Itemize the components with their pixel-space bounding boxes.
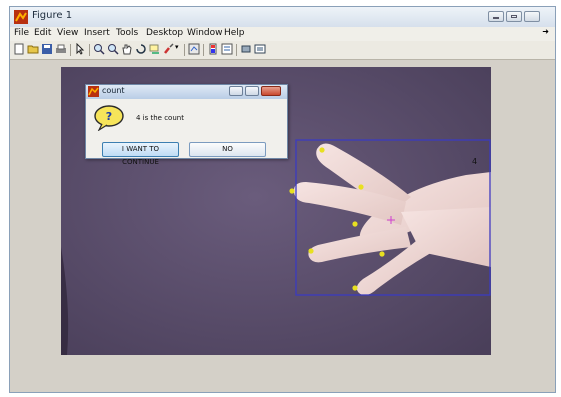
fingertip-marker (352, 285, 358, 291)
print-icon[interactable] (55, 43, 67, 55)
arrow-icon[interactable]: ➜ (542, 27, 549, 36)
minimize-button[interactable] (488, 11, 504, 22)
new-figure-icon[interactable] (13, 43, 25, 55)
menu-help[interactable]: Help (224, 28, 245, 38)
legend-icon[interactable] (221, 43, 233, 55)
title-bar[interactable]: Figure 1 (10, 7, 555, 27)
toolbar-separator (89, 44, 90, 56)
fingertip-marker (352, 221, 358, 227)
show-plot-tools-icon[interactable] (254, 43, 266, 55)
toolbar-separator (236, 44, 237, 56)
fingertip-marker (319, 147, 325, 153)
save-icon[interactable] (41, 43, 53, 55)
count-label: 4 (472, 157, 477, 166)
data-cursor-icon[interactable] (149, 43, 161, 55)
matlab-icon (88, 86, 99, 97)
svg-text:?: ? (106, 110, 112, 123)
restore-button[interactable] (506, 11, 522, 22)
pan-icon[interactable] (121, 43, 133, 55)
no-button[interactable]: NO (189, 142, 266, 157)
menu-window[interactable]: Window (187, 28, 223, 38)
open-file-icon[interactable] (27, 43, 39, 55)
matlab-icon (14, 10, 28, 24)
dialog-title-bar[interactable]: count (86, 85, 287, 99)
toolbar: ▾ (10, 41, 555, 60)
colorbar-icon[interactable] (207, 43, 219, 55)
menu-bar: File Edit View Insert Tools Desktop Wind… (10, 27, 555, 41)
zoom-in-icon[interactable] (93, 43, 105, 55)
menu-file[interactable]: File (14, 28, 29, 38)
pointer-icon[interactable] (74, 43, 86, 55)
rotate-icon[interactable] (135, 43, 147, 55)
brush-dropdown-icon[interactable]: ▾ (175, 43, 181, 55)
brush-icon[interactable] (163, 43, 175, 55)
dialog-message: 4 is the count (136, 114, 184, 122)
fingertip-marker (379, 251, 385, 257)
menu-view[interactable]: View (57, 28, 78, 38)
toolbar-separator (184, 44, 185, 56)
window-title: Figure 1 (32, 10, 73, 21)
dialog-minimize-button[interactable] (229, 86, 243, 96)
continue-button[interactable]: I WANT TO CONTINUE (102, 142, 179, 166)
dialog-title: count (102, 86, 125, 95)
fingertip-marker (289, 188, 295, 194)
menu-desktop[interactable]: Desktop (146, 28, 183, 38)
question-icon: ? (94, 105, 124, 131)
close-button[interactable] (524, 11, 540, 22)
dialog-maximize-button[interactable] (245, 86, 259, 96)
toolbar-separator (70, 44, 71, 56)
dialog-close-button[interactable] (261, 86, 281, 96)
zoom-out-icon[interactable] (107, 43, 119, 55)
menu-tools[interactable]: Tools (116, 28, 138, 38)
hide-plot-tools-icon[interactable] (240, 43, 252, 55)
menu-insert[interactable]: Insert (84, 28, 110, 38)
link-plot-icon[interactable] (188, 43, 200, 55)
toolbar-separator (203, 44, 204, 56)
count-dialog: count ? 4 is the count I WANT TO CONTINU… (85, 84, 288, 166)
fingertip-marker (358, 184, 364, 190)
dialog-body: ? 4 is the count I WANT TO CONTINUE NO (86, 99, 287, 166)
menu-edit[interactable]: Edit (34, 28, 51, 38)
fingertip-marker (308, 248, 314, 254)
